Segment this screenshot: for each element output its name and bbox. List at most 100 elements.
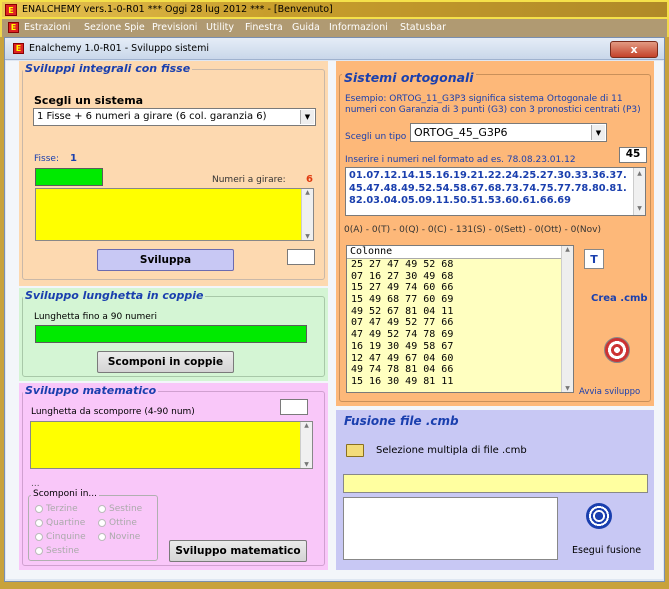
selezione-multipla-label[interactable]: Selezione multipla di file .cmb <box>376 445 527 456</box>
menu-finestra[interactable]: Finestra <box>245 22 283 33</box>
menu-app-icon[interactable]: E <box>8 22 19 33</box>
child-window-icon: E <box>13 43 24 54</box>
columns-header: Colonne <box>347 246 573 259</box>
radio-settine[interactable]: Sestine <box>98 504 142 514</box>
lunghetta-label: Lunghetta fino a 90 numeri <box>34 312 157 322</box>
lunghetta-panel: Sviluppo lunghetta in coppie Lunghetta f… <box>19 288 328 381</box>
integrali-panel: Sviluppi integrali con fisse Scegli un s… <box>19 61 328 286</box>
stats-text: 0(A) - 0(T) - 0(Q) - 0(C) - 131(S) - 0(S… <box>344 225 601 235</box>
integrali-title: Sviluppi integrali con fisse <box>23 62 193 75</box>
columns-rows: 25 27 47 49 52 68 07 16 27 30 49 68 15 27 … <box>347 259 573 388</box>
column-row[interactable]: 07 16 27 30 49 68 <box>347 271 573 283</box>
column-row[interactable]: 07 47 49 52 77 66 <box>347 317 573 329</box>
font-tt-icon[interactable]: T <box>584 249 604 269</box>
girare-textarea[interactable]: ▲ ▼ <box>35 188 314 241</box>
numbers-input-label: Inserire i numeri nel formato ad es. 78.… <box>345 155 576 165</box>
fisse-label: Fisse: <box>34 154 59 164</box>
fusion-icon[interactable] <box>586 503 612 529</box>
child-title-bar: E Enalchemy 1.0-R01 - Sviluppo sistemi <box>5 38 664 60</box>
menu-estrazioni[interactable]: Estrazioni <box>24 22 71 33</box>
radio-sestine-label: Sestine <box>46 546 80 556</box>
app-title-bar: E ENALCHEMY vers.1-0-R01 *** Oggi 28 lug… <box>0 0 669 19</box>
matematico-label: Lunghetta da scomporre (4-90 num) <box>31 407 195 417</box>
matematico-dots: ... <box>31 479 40 489</box>
ortogonali-title: Sistemi ortogonali <box>342 70 476 85</box>
tipo-select[interactable]: ORTOG_45_G3P6 ▼ <box>410 123 607 142</box>
matematico-panel: Sviluppo matematico Lunghetta da scompor… <box>19 383 328 570</box>
column-row[interactable]: 12 47 49 67 04 60 <box>347 353 573 365</box>
scegli-sistema-label: Scegli un sistema <box>34 94 144 107</box>
child-window-title: Enalchemy 1.0-R01 - Sviluppo sistemi <box>29 43 210 54</box>
scomponi-label: Scomponi in... <box>31 489 100 499</box>
girare-count: 6 <box>306 174 313 185</box>
columns-list[interactable]: Colonne 25 27 47 49 52 68 07 16 27 30 49 … <box>346 245 574 393</box>
girare-scrollbar[interactable]: ▲ ▼ <box>301 189 313 240</box>
target-icon[interactable] <box>604 337 630 363</box>
column-row[interactable]: 49 74 78 81 04 66 <box>347 364 573 376</box>
radio-cinquine[interactable]: Cinquine <box>35 532 86 542</box>
column-row[interactable]: 15 16 30 49 81 11 <box>347 376 573 388</box>
column-row[interactable]: 25 27 47 49 52 68 <box>347 259 573 271</box>
numbers-count-field[interactable]: 45 <box>619 147 647 163</box>
matematico-textarea[interactable]: ▲ ▼ <box>30 421 313 469</box>
columns-scrollbar[interactable]: ▲ ▼ <box>561 246 573 392</box>
matematico-title: Sviluppo matematico <box>23 384 159 397</box>
girare-label: Numeri a girare: <box>212 175 286 185</box>
chevron-down-icon[interactable]: ▼ <box>300 110 314 124</box>
matematico-scrollbar[interactable]: ▲ ▼ <box>300 422 312 468</box>
matematico-count-field[interactable] <box>280 399 308 415</box>
fusione-path-field[interactable] <box>343 474 648 493</box>
numbers-text: 01.07.12.14.15.16.19.21.22.24.25.27.30.3… <box>349 170 627 206</box>
column-row[interactable]: 15 49 68 77 60 69 <box>347 294 573 306</box>
radio-sestine[interactable]: Sestine <box>35 546 79 556</box>
numbers-textarea[interactable]: 01.07.12.14.15.16.19.21.22.24.25.27.30.3… <box>345 167 646 216</box>
radio-quartine[interactable]: Quartine <box>35 518 85 528</box>
fusione-title: Fusione file .cmb <box>342 414 461 428</box>
radio-novine[interactable]: Novine <box>98 532 140 542</box>
ortogonali-panel: Sistemi ortogonali Esempio: ORTOG_11_G3P… <box>336 61 654 406</box>
radio-settine-label: Sestine <box>109 504 143 514</box>
column-row[interactable]: 15 27 49 74 60 66 <box>347 282 573 294</box>
app-title: ENALCHEMY vers.1-0-R01 *** Oggi 28 lug 2… <box>22 4 333 15</box>
menu-utility[interactable]: Utility <box>206 22 234 33</box>
tipo-label: Scegli un tipo <box>345 132 407 142</box>
column-row[interactable]: 47 49 52 74 78 69 <box>347 329 573 341</box>
sviluppa-button[interactable]: Sviluppa <box>97 249 234 271</box>
scomponi-coppie-button[interactable]: Scomponi in coppie <box>97 351 234 373</box>
fisse-input[interactable] <box>35 168 103 186</box>
sviluppo-matematico-button[interactable]: Sviluppo matematico <box>169 540 307 562</box>
radio-ottine[interactable]: Ottine <box>98 518 137 528</box>
menu-statusbar[interactable]: Statusbar <box>400 22 446 33</box>
radio-terzine[interactable]: Terzine <box>35 504 78 514</box>
folder-icon[interactable] <box>346 444 364 457</box>
radio-novine-label: Novine <box>109 532 141 542</box>
app-icon: E <box>5 4 17 16</box>
menu-previsioni[interactable]: Previsioni <box>152 22 197 33</box>
column-row[interactable]: 16 19 30 49 58 67 <box>347 341 573 353</box>
crea-cmb-label[interactable]: Crea .cmb <box>591 293 648 304</box>
sviluppa-result-field[interactable] <box>287 249 315 265</box>
fusione-files-list[interactable] <box>343 497 558 560</box>
fisse-count: 1 <box>70 153 77 164</box>
sistema-select[interactable]: 1 Fisse + 6 numeri a girare (6 col. gara… <box>33 108 316 126</box>
menu-informazioni[interactable]: Informazioni <box>329 22 388 33</box>
menu-guida[interactable]: Guida <box>292 22 320 33</box>
radio-cinquine-label: Cinquine <box>46 532 86 542</box>
column-row[interactable]: 49 52 67 81 04 11 <box>347 306 573 318</box>
radio-quartine-label: Quartine <box>46 518 86 528</box>
avvia-sviluppo-label[interactable]: Avvia sviluppo <box>579 387 640 397</box>
esegui-fusione-label[interactable]: Esegui fusione <box>572 545 641 556</box>
sistema-select-value: 1 Fisse + 6 numeri a girare (6 col. gara… <box>37 111 267 122</box>
radio-terzine-label: Terzine <box>46 504 78 514</box>
close-button[interactable]: x <box>610 41 658 58</box>
numbers-scrollbar[interactable]: ▲ ▼ <box>633 168 645 215</box>
ortogonali-example: Esempio: ORTOG_11_G3P3 significa sistema… <box>345 94 641 115</box>
radio-ottine-label: Ottine <box>109 518 137 528</box>
tipo-select-value: ORTOG_45_G3P6 <box>414 126 508 139</box>
lunghetta-title: Sviluppo lunghetta in coppie <box>23 289 206 302</box>
lunghetta-input[interactable] <box>35 325 307 343</box>
menu-bar: E Estrazioni Sezione Spie Previsioni Uti… <box>0 19 669 37</box>
menu-sezione-spie[interactable]: Sezione Spie <box>84 22 145 33</box>
fusione-panel: Fusione file .cmb Selezione multipla di … <box>336 410 654 570</box>
tipo-chevron-down-icon[interactable]: ▼ <box>591 125 605 140</box>
